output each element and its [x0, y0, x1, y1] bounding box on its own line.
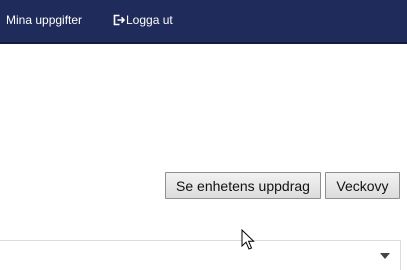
see-unit-assignments-button[interactable]: Se enhetens uppdrag	[165, 172, 321, 199]
logout-label: Logga ut	[126, 13, 173, 27]
my-tasks-link[interactable]: Mina uppgifter	[6, 12, 82, 28]
mouse-pointer-icon	[241, 229, 255, 250]
logout-link[interactable]: Logga ut	[113, 12, 173, 28]
filter-dropdown[interactable]	[0, 240, 401, 270]
caret-down-icon	[380, 253, 390, 259]
sign-out-icon	[113, 14, 125, 26]
top-navigation-bar: Mina uppgifter Logga ut	[0, 0, 407, 44]
page: Mina uppgifter Logga ut Se enhetens uppd…	[0, 0, 407, 270]
week-view-button[interactable]: Veckovy	[325, 172, 400, 199]
my-tasks-label: Mina uppgifter	[6, 13, 83, 27]
